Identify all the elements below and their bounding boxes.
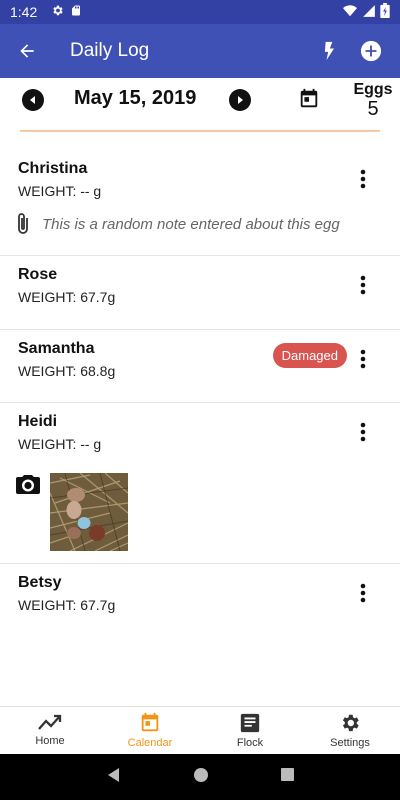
- nav-label-home: Home: [35, 735, 65, 747]
- system-back-button[interactable]: [106, 767, 122, 788]
- nav-flock[interactable]: Flock: [200, 707, 300, 754]
- square-recents-icon: [280, 768, 294, 781]
- egg-weight: WEIGHT: 68.8g: [18, 363, 116, 379]
- more-vert-icon: [360, 275, 366, 295]
- battery-icon: [380, 3, 390, 21]
- nav-home[interactable]: Home: [0, 707, 100, 754]
- eggs-counter: Eggs 5: [350, 81, 396, 120]
- chevron-right-icon: [238, 96, 243, 104]
- note-text: This is a random note entered about this…: [42, 215, 340, 233]
- egg-photo: [50, 473, 128, 551]
- nav-label-flock: Flock: [236, 737, 264, 749]
- egg-list: Christina WEIGHT: -- g This is a random …: [0, 150, 400, 638]
- more-options-button[interactable]: [352, 421, 374, 443]
- hen-name: Christina: [18, 160, 88, 177]
- status-bar: 1:42: [0, 0, 400, 24]
- nav-label-calendar: Calendar: [127, 737, 173, 749]
- nav-label-settings: Settings: [330, 737, 370, 749]
- more-vert-icon: [360, 583, 366, 603]
- more-options-button[interactable]: [352, 582, 374, 604]
- egg-weight: WEIGHT: 67.7g: [18, 597, 116, 613]
- signal-icon: [362, 4, 376, 21]
- egg-photo-thumbnail[interactable]: [50, 473, 128, 551]
- wifi-icon: [342, 4, 358, 21]
- back-button[interactable]: [0, 24, 54, 78]
- eggs-label: Eggs: [353, 81, 393, 98]
- status-time: 1:42: [10, 4, 38, 20]
- damaged-badge: Damaged: [272, 343, 347, 368]
- attachment-icon: [18, 213, 28, 234]
- egg-note: This is a random note entered about this…: [16, 212, 340, 236]
- more-vert-icon: [360, 169, 366, 189]
- more-options-button[interactable]: [352, 348, 374, 370]
- sd-card-icon: [70, 4, 82, 20]
- trending-up-icon: [38, 714, 62, 730]
- hen-name: Rose: [18, 266, 58, 283]
- date-picker-button[interactable]: [298, 88, 320, 115]
- egg-weight: WEIGHT: 67.7g: [18, 289, 116, 305]
- list-item[interactable]: Heidi WEIGHT: -- g: [0, 403, 400, 564]
- arrow-back-icon: [20, 44, 34, 58]
- system-home-button[interactable]: [193, 767, 209, 788]
- more-options-button[interactable]: [352, 168, 374, 190]
- triangle-back-icon: [107, 767, 119, 782]
- flash-button[interactable]: [308, 24, 350, 78]
- egg-weight: WEIGHT: -- g: [18, 436, 102, 452]
- next-day-button[interactable]: [229, 89, 251, 111]
- gear-icon: [51, 4, 64, 20]
- camera-button[interactable]: [16, 473, 40, 500]
- flash-icon: [324, 41, 334, 61]
- calendar-icon: [141, 712, 159, 732]
- calendar-icon: [300, 88, 318, 108]
- nav-calendar[interactable]: Calendar: [100, 707, 200, 754]
- date-row: May 15, 2019 Eggs 5: [0, 78, 400, 130]
- add-circle-icon: [360, 40, 382, 62]
- camera-icon: [16, 475, 40, 494]
- system-navigation-bar: [0, 754, 400, 800]
- more-vert-icon: [360, 422, 366, 442]
- list-icon: [240, 713, 260, 733]
- nav-settings[interactable]: Settings: [300, 707, 400, 754]
- bottom-navigation: Home Calendar Flock Settings: [0, 706, 400, 754]
- selected-date: May 15, 2019: [74, 87, 197, 109]
- eggs-count: 5: [367, 98, 379, 120]
- egg-weight: WEIGHT: -- g: [18, 183, 102, 199]
- system-recents-button[interactable]: [280, 767, 295, 787]
- app-bar: Daily Log: [0, 24, 400, 78]
- page-title: Daily Log: [70, 40, 150, 61]
- header-divider: [20, 130, 380, 132]
- add-button[interactable]: [350, 24, 392, 78]
- list-item[interactable]: Betsy WEIGHT: 67.7g: [0, 564, 400, 638]
- more-vert-icon: [360, 349, 366, 369]
- list-item[interactable]: Samantha WEIGHT: 68.8g Damaged: [0, 330, 400, 403]
- hen-name: Heidi: [18, 413, 58, 430]
- circle-home-icon: [193, 767, 208, 782]
- list-item[interactable]: Rose WEIGHT: 67.7g: [0, 256, 400, 330]
- list-item[interactable]: Christina WEIGHT: -- g This is a random …: [0, 150, 400, 256]
- gear-icon: [342, 714, 359, 732]
- hen-name: Betsy: [18, 574, 62, 591]
- hen-name: Samantha: [18, 340, 95, 357]
- previous-day-button[interactable]: [22, 89, 44, 111]
- chevron-left-icon: [30, 96, 35, 104]
- more-options-button[interactable]: [352, 274, 374, 296]
